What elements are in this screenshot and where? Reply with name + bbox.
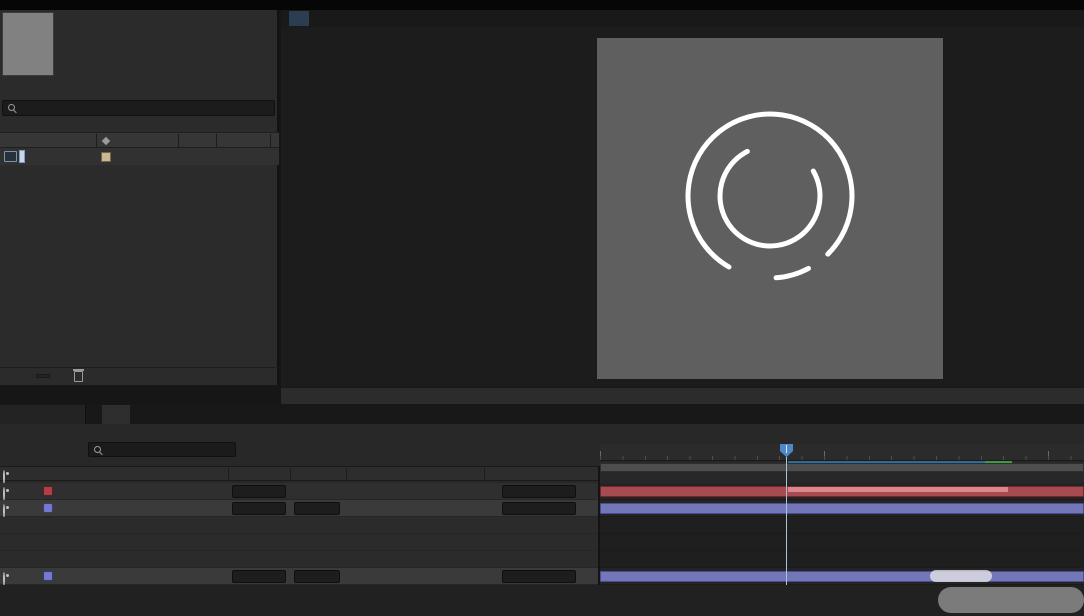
- timeline-column-header: [0, 466, 598, 484]
- type-tag-icon: [101, 136, 111, 146]
- layer-bar[interactable]: [600, 486, 1084, 497]
- keyframe-track[interactable]: [600, 551, 1084, 568]
- layer-bar[interactable]: [600, 571, 1084, 582]
- after-effects-window: [0, 0, 1084, 616]
- watermark-artifact: [938, 587, 1084, 613]
- tab-composition[interactable]: [102, 405, 130, 424]
- property-row-end[interactable]: [0, 534, 1084, 551]
- visibility-eye-icon[interactable]: [3, 487, 5, 501]
- work-area-bar[interactable]: [600, 463, 1084, 472]
- keyframe-track[interactable]: [600, 517, 1084, 534]
- list-track-divider[interactable]: [598, 466, 600, 585]
- visibility-eye-icon[interactable]: [3, 504, 5, 518]
- project-item-row[interactable]: [0, 148, 279, 165]
- selection-highlight-artifact: [930, 570, 992, 582]
- comp-thumbnail: [2, 12, 54, 76]
- composition-item-icon: [4, 151, 17, 162]
- keyframe-track[interactable]: [600, 534, 1084, 551]
- layer-track[interactable]: [600, 568, 1084, 585]
- visibility-eye-icon[interactable]: [3, 572, 5, 586]
- project-table-header: [0, 132, 279, 148]
- project-footer-toolbar: [0, 367, 279, 384]
- viewer-toolbar: [281, 387, 1084, 404]
- composition-viewer-panel: [281, 10, 1084, 404]
- trkmat-dropdown[interactable]: [294, 502, 340, 515]
- blend-mode-dropdown[interactable]: [232, 502, 286, 515]
- composition-frame: [597, 38, 943, 379]
- project-search-input[interactable]: [2, 100, 275, 116]
- layer-bar-highlight: [788, 487, 1008, 492]
- playhead-line[interactable]: [786, 444, 787, 585]
- parent-dropdown[interactable]: [502, 570, 576, 583]
- timeline-search-input[interactable]: [88, 442, 236, 457]
- layer-row-1[interactable]: [0, 483, 1084, 501]
- property-row-offset[interactable]: [0, 551, 1084, 568]
- viewer-tab-bar: [281, 10, 1084, 27]
- type-color-chip: [101, 152, 111, 162]
- timeline-ruler[interactable]: [600, 444, 1084, 461]
- composition-canvas[interactable]: [281, 27, 1084, 387]
- loading-spinner-graphic: [685, 111, 855, 281]
- tab-render-queue[interactable]: [0, 405, 86, 424]
- timeline-tab-bar: [0, 405, 1084, 424]
- layer-track[interactable]: [600, 500, 1084, 517]
- layer-label-chip[interactable]: [43, 486, 53, 496]
- delete-icon[interactable]: [73, 368, 84, 382]
- search-icon: [93, 445, 103, 455]
- parent-dropdown[interactable]: [502, 502, 576, 515]
- timeline-panel: [0, 405, 1084, 616]
- search-icon: [7, 103, 17, 113]
- trkmat-dropdown[interactable]: [294, 570, 340, 583]
- item-name-field[interactable]: [19, 150, 25, 163]
- eye-column-icon: [3, 470, 5, 484]
- timeline-empty-area: [0, 585, 1084, 616]
- layer-row-3[interactable]: [0, 568, 1084, 586]
- layer-row-2[interactable]: [0, 500, 1084, 518]
- project-panel: [0, 10, 279, 385]
- viewer-tab[interactable]: [289, 11, 309, 26]
- blend-mode-dropdown[interactable]: [232, 485, 286, 498]
- color-depth-label[interactable]: [36, 374, 50, 378]
- layer-label-chip[interactable]: [43, 503, 53, 513]
- window-titlebar: [0, 0, 1084, 10]
- parent-dropdown[interactable]: [502, 485, 576, 498]
- blend-mode-dropdown[interactable]: [232, 570, 286, 583]
- layer-bar[interactable]: [600, 503, 1084, 514]
- property-row-start[interactable]: [0, 517, 1084, 534]
- layer-label-chip[interactable]: [43, 571, 53, 581]
